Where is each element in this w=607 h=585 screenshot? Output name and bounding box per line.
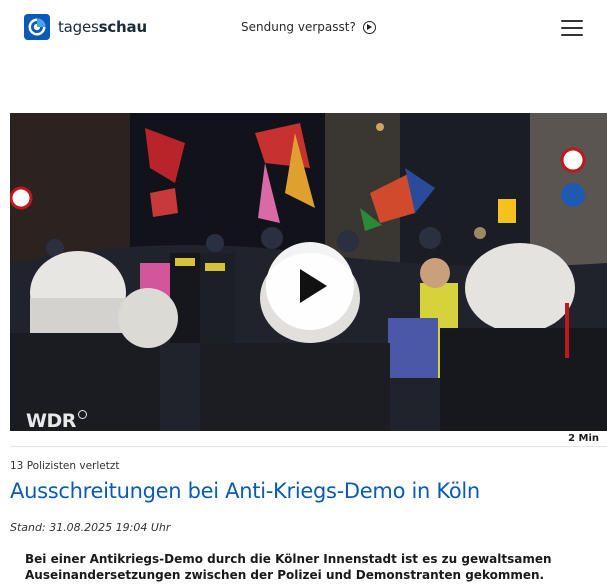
video-player[interactable]: WDR — [10, 113, 607, 431]
site-header: tagesschau Sendung verpasst? — [0, 0, 607, 58]
article-topline: 13 Polizisten verletzt — [10, 460, 120, 472]
tagesschau-logo-icon — [24, 14, 50, 40]
article-timestamp: Stand: 31.08.2025 19:04 Uhr — [10, 521, 171, 534]
video-duration: 2 Min — [568, 433, 599, 444]
wdr-watermark: WDR — [26, 410, 87, 431]
logo-wordmark: tagesschau — [58, 18, 147, 36]
article-teaser: Bei einer Antikriegs-Demo durch die Köln… — [25, 552, 552, 582]
hamburger-menu-icon[interactable] — [561, 20, 583, 36]
sendung-verpasst-link[interactable]: Sendung verpasst? — [241, 20, 376, 34]
sendung-verpasst-label: Sendung verpasst? — [241, 20, 356, 34]
play-icon[interactable] — [266, 242, 354, 330]
video-meta-bar: 2 Min — [10, 431, 607, 447]
tagesschau-logo[interactable]: tagesschau — [24, 14, 147, 40]
article-headline[interactable]: Ausschreitungen bei Anti-Kriegs-Demo in … — [10, 479, 600, 503]
play-circle-icon — [362, 20, 376, 34]
